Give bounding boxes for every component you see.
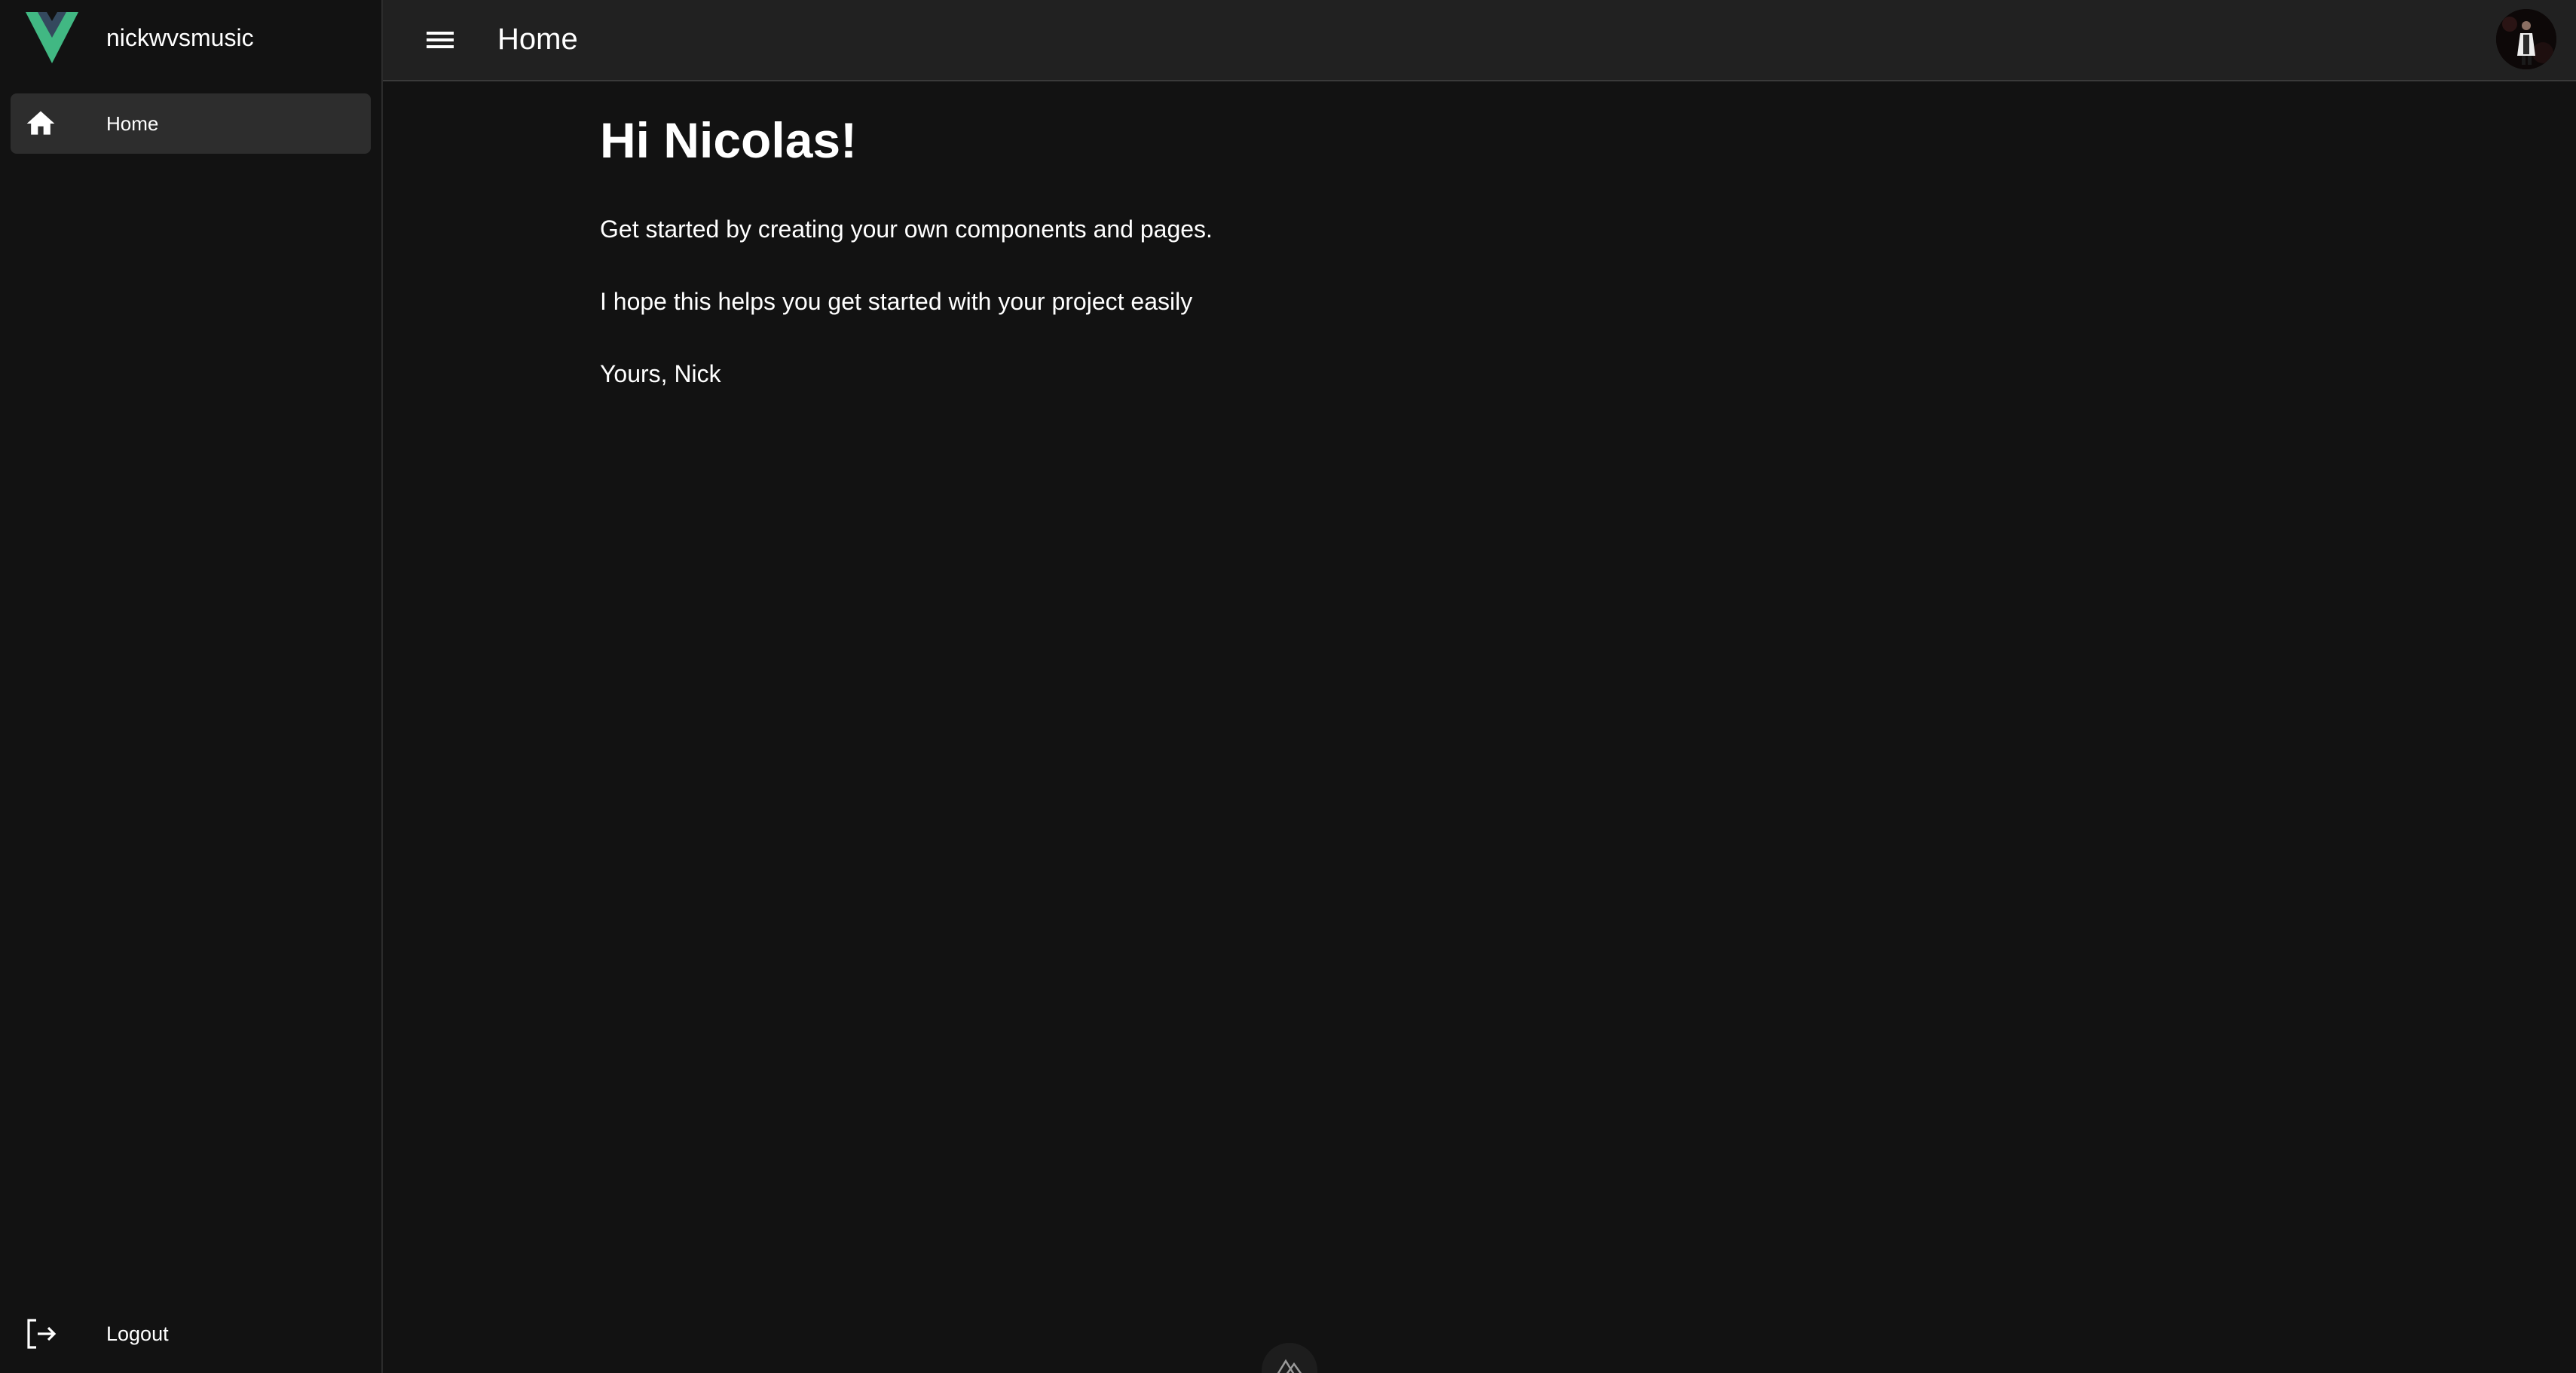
logout-button[interactable]: Logout (11, 1305, 371, 1362)
brand-name: nickwvsmusic (106, 24, 254, 51)
sidebar-item-home[interactable]: Home (11, 93, 371, 154)
menu-button[interactable] (418, 20, 460, 62)
home-icon (26, 111, 55, 135)
intro-paragraph: Get started by creating your own compone… (600, 216, 1213, 243)
user-avatar[interactable] (2496, 9, 2556, 69)
signature-paragraph: Yours, Nick (600, 360, 721, 387)
main-content: Hi Nicolas! Get started by creating your… (383, 81, 2576, 1373)
nuxt-logo-icon (1277, 1359, 1302, 1373)
greeting-heading: Hi Nicolas! (600, 112, 858, 168)
logout-icon (27, 1319, 57, 1349)
app-root: nickwvsmusic Home Logout Home Hi Nicolas… (0, 0, 2576, 1373)
brand[interactable]: nickwvsmusic (0, 0, 381, 75)
top-app-bar: Home (383, 0, 2576, 81)
nuxt-devtools-toggle[interactable] (1262, 1343, 1317, 1373)
sidebar-item-label: Home (106, 112, 159, 135)
user-photo-icon (2496, 9, 2556, 69)
page-title: Home (497, 23, 578, 56)
hamburger-menu-icon (427, 32, 454, 48)
vue-logo-icon (26, 12, 78, 63)
sidebar: nickwvsmusic Home Logout (0, 0, 383, 1373)
logout-label: Logout (106, 1323, 169, 1345)
help-paragraph: I hope this helps you get started with y… (600, 288, 1193, 315)
